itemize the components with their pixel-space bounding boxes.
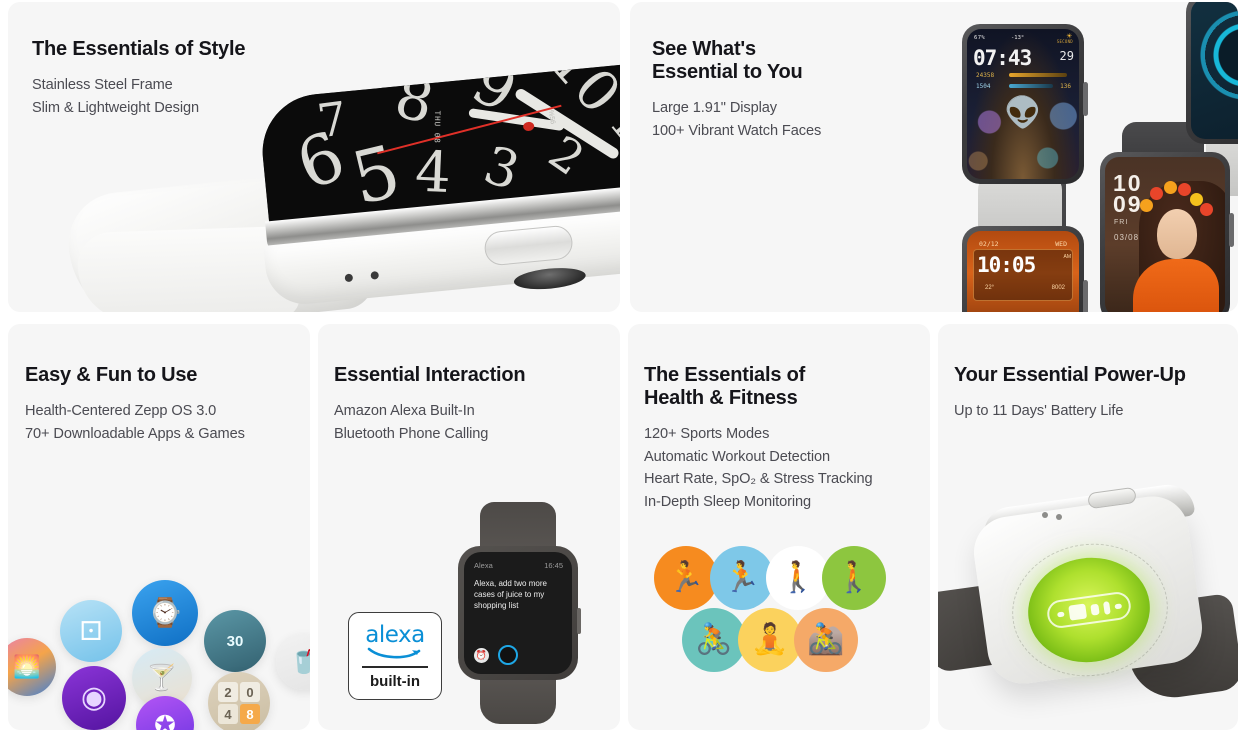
astronaut-illustration: 👽 (1004, 96, 1042, 130)
card-title: See What's Essential to You (652, 38, 803, 83)
dice-game-icon: ⚀ (60, 600, 122, 662)
watch-face-lady: 10 09 FRI 03/08 (1100, 152, 1234, 312)
space-face-heart-rate: 136 (1060, 83, 1071, 90)
watch-face-teal (1186, 2, 1238, 144)
tile-2: 2 (218, 682, 238, 702)
card-text-block: See What's Essential to You Large 1.91" … (652, 38, 821, 142)
card-title: The Essentials of Health & Fitness (644, 364, 806, 409)
product-feature-grid: 8 9 10 7 6 5 4 3 2 1 THU 08 %56 The Esse… (0, 0, 1246, 737)
card-text-block: The Essentials of Health & Fitness 120+ … (644, 364, 873, 513)
game-2048-icon: 2 0 4 8 (208, 672, 270, 730)
card-body: Amazon Alexa Built-In Bluetooth Phone Ca… (334, 403, 489, 442)
cycling-sport-icon: 🚴 (682, 608, 746, 672)
space-face-calories: 1504 (976, 83, 991, 90)
watch-face-day: THU 08 (432, 110, 442, 144)
feature-card-power: Your Essential Power-Up Up to 11 Days' B… (938, 324, 1238, 730)
space-face-steps: 24358 (976, 72, 995, 79)
feature-card-display: 67% -13° ☀ 07:43 SECOND 29 24358 1504 13… (630, 2, 1238, 312)
alexa-builtin-label: built-in (370, 672, 420, 690)
alexa-watch-image: Alexa 16:45 Alexa, add two more cases of… (458, 502, 581, 724)
feature-card-interaction: Alexa 16:45 Alexa, add two more cases of… (318, 324, 620, 730)
treadmill-sport-icon: 🏃 (710, 546, 774, 610)
card-text-block: Essential Interaction Amazon Alexa Built… (334, 364, 526, 445)
watch-side-profile-image: 8 9 10 7 6 5 4 3 2 1 THU 08 %56 (63, 61, 620, 312)
orange-face-steps: 8002 (1051, 285, 1065, 291)
watch-face-orange: 02/12 WED 10:05 AM 22° 8002 (962, 226, 1088, 312)
card-body: Health-Centered Zepp OS 3.0 70+ Download… (25, 403, 245, 442)
alarm-clock-icon: ⏰ (474, 647, 489, 663)
walking-sport-icon: 🚶 (766, 546, 830, 610)
sport-icon-cluster: 🏃 🏃 🚶 🚶 🚴 🧘 🚵 (654, 546, 912, 706)
watch-crown (1083, 81, 1088, 116)
feature-card-health: 🏃 🏃 🚶 🚶 🚴 🧘 🚵 The Essentials of Health &… (628, 324, 930, 730)
alexa-smile-icon (367, 647, 421, 659)
feature-card-style: 8 9 10 7 6 5 4 3 2 1 THU 08 %56 The Esse… (8, 2, 620, 312)
watch-face-space: 67% -13° ☀ 07:43 SECOND 29 24358 1504 13… (962, 24, 1088, 184)
card-body: Stainless Steel Frame Slim & Lightweight… (32, 77, 200, 116)
lady-face-weekday: FRI (1114, 219, 1129, 226)
lady-face-minute: 09 (1113, 191, 1143, 217)
space-face-temp: -13° (1011, 35, 1025, 41)
orange-face-date: 02/12 (979, 240, 999, 248)
running-sport-icon: 🏃 (654, 546, 718, 610)
card-title: Easy & Fun to Use (25, 364, 198, 386)
card-title: The Essentials of Style (32, 38, 246, 60)
card-body: 120+ Sports Modes Automatic Workout Dete… (644, 426, 873, 510)
alexa-wordmark: alexa (365, 622, 425, 649)
divider (362, 666, 428, 668)
watch-alarm-icon: ⌚ (132, 580, 198, 646)
alexa-app-label: Alexa (474, 561, 493, 570)
app-icon-cluster: 🌅 ⚀ ⌚ 🍸 ◉ ✪ 30 2 0 4 8 🥤 (8, 572, 310, 730)
card-text-block: Your Essential Power-Up Up to 11 Days' B… (954, 364, 1186, 423)
card-body: Large 1.91" Display 100+ Vibrant Watch F… (652, 100, 822, 139)
orange-face-temp: 22° (985, 285, 995, 291)
alexa-watch-time: 16:45 (544, 561, 563, 570)
alexa-built-in-badge: alexa built-in (348, 612, 442, 700)
space-face-battery: 67% (974, 35, 986, 41)
alexa-message-text: Alexa, add two more cases of juice to my… (474, 579, 547, 610)
sunset-app-icon: 🌅 (8, 638, 56, 696)
card-title: Essential Interaction (334, 364, 526, 386)
situp-sport-icon: 🧘 (738, 608, 802, 672)
orange-face-ampm: AM (1063, 254, 1072, 260)
lady-face-date: 03/08 (1114, 233, 1140, 242)
space-face-time: 07:43 (973, 46, 1032, 70)
card-text-block: The Essentials of Style Stainless Steel … (32, 38, 245, 119)
elliptical-sport-icon: 🚵 (794, 608, 858, 672)
hiking-sport-icon: 🚶 (822, 546, 886, 610)
card-body: Up to 11 Days' Battery Life (954, 403, 1124, 419)
card-title: Your Essential Power-Up (954, 364, 1186, 386)
space-face-seconds: 29 (1059, 49, 1074, 63)
pushup-timer-icon: 30 (204, 610, 266, 672)
drink-water-icon: 🥤 (276, 634, 310, 690)
tile-0: 0 (240, 682, 260, 702)
space-face-seconds-label: SECOND (1056, 39, 1073, 44)
orange-face-time: 10:05 (977, 253, 1036, 277)
tile-4: 4 (218, 704, 238, 724)
tile-8: 8 (240, 704, 260, 724)
orange-face-weekday: WED (1055, 240, 1067, 248)
watch-back-sensor-image (938, 481, 1238, 730)
mystic-eye-icon: ◉ (62, 666, 126, 730)
alexa-voice-ring-icon (498, 645, 518, 665)
feature-card-fun: 🌅 ⚀ ⌚ 🍸 ◉ ✪ 30 2 0 4 8 🥤 Easy & Fun to U… (8, 324, 310, 730)
watch-crown (577, 607, 581, 634)
card-text-block: Easy & Fun to Use Health-Centered Zepp O… (25, 364, 245, 445)
